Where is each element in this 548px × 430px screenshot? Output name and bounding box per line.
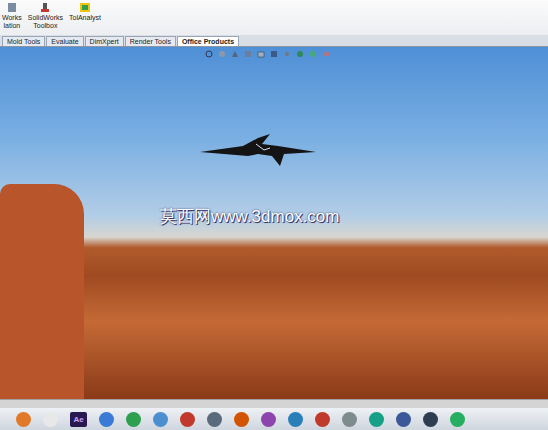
tab-bar: Mold ToolsEvaluateDimXpertRender ToolsOf…	[0, 35, 548, 47]
app-icon[interactable]	[16, 412, 31, 427]
view-tool-icon	[322, 50, 330, 58]
app-icon[interactable]	[234, 412, 249, 427]
app-icon[interactable]	[423, 412, 438, 427]
watermark: 莫西网www.3dmox.com	[160, 205, 339, 228]
status-bar	[0, 399, 548, 408]
app-icon[interactable]	[315, 412, 330, 427]
command-ribbon: Workslation SolidWorksToolbox TolAnalyst	[0, 0, 548, 35]
pterosaur-icon	[198, 132, 318, 172]
tool-icon	[6, 2, 18, 13]
tool-icon	[39, 2, 51, 13]
view-tool-icon	[270, 50, 278, 58]
graphics-area[interactable]: 莫西网www.3dmox.com	[0, 47, 548, 399]
view-tool-icon	[218, 50, 226, 58]
ribbon-button[interactable]: Workslation	[2, 2, 22, 30]
app-icon[interactable]	[153, 412, 168, 427]
app-icon[interactable]	[43, 412, 58, 427]
button-label: Works	[2, 14, 22, 22]
rock-formation	[0, 184, 84, 399]
app-icon[interactable]	[396, 412, 411, 427]
view-tool-icon	[205, 50, 213, 58]
view-tool-icon	[296, 50, 304, 58]
button-label: TolAnalyst	[69, 14, 101, 22]
view-tool-icon	[257, 50, 265, 58]
button-label: Toolbox	[33, 22, 57, 30]
view-tool-icon	[231, 50, 239, 58]
app-icon[interactable]	[450, 412, 465, 427]
app-icon[interactable]	[207, 412, 222, 427]
app-icon[interactable]	[261, 412, 276, 427]
tab[interactable]: Evaluate	[46, 36, 83, 46]
button-label: lation	[3, 22, 20, 30]
app-icon[interactable]	[180, 412, 195, 427]
tab[interactable]: Office Products	[177, 36, 239, 46]
tab[interactable]: Mold Tools	[2, 36, 45, 46]
view-tool-icon	[244, 50, 252, 58]
app-button[interactable]: Ae	[70, 412, 87, 427]
view-tool-icon	[309, 50, 317, 58]
taskbar: Ae	[0, 408, 548, 430]
tool-icon	[79, 2, 91, 13]
ribbon-button[interactable]: TolAnalyst	[69, 2, 101, 22]
ribbon-button[interactable]: SolidWorksToolbox	[28, 2, 63, 30]
button-label: SolidWorks	[28, 14, 63, 22]
app-icon[interactable]	[126, 412, 141, 427]
view-tool-icon	[283, 50, 291, 58]
app-icon[interactable]	[99, 412, 114, 427]
app-icon[interactable]	[288, 412, 303, 427]
tab[interactable]: Render Tools	[125, 36, 176, 46]
tab[interactable]: DimXpert	[85, 36, 124, 46]
app-icon[interactable]	[342, 412, 357, 427]
app-icon[interactable]	[369, 412, 384, 427]
view-toolbar	[205, 50, 330, 58]
